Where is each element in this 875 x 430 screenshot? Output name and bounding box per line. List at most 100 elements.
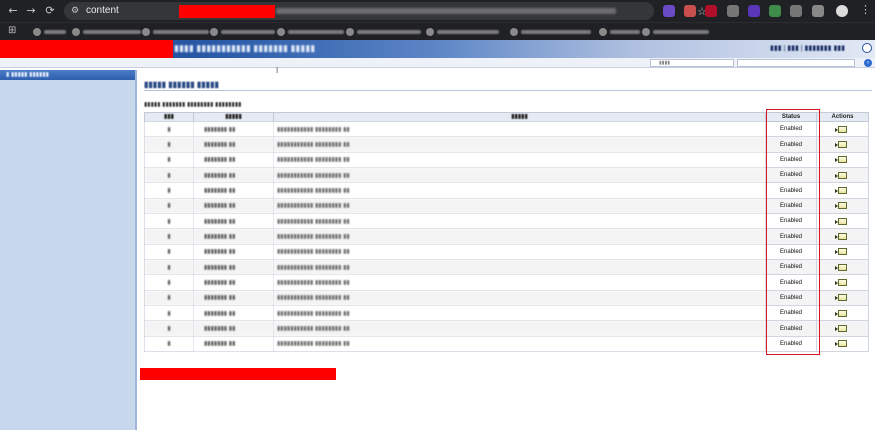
back-arrow-icon[interactable]: ← [6, 4, 20, 18]
apps-grid-icon[interactable]: ⊞ [8, 25, 16, 36]
search-go-icon[interactable]: › [864, 59, 872, 67]
redaction-bar [0, 40, 173, 59]
row-key-blurred: ▮ [144, 151, 194, 169]
row-key-blurred: ▮ [144, 320, 194, 337]
row-key-blurred: ▮ [144, 182, 194, 199]
row-query-blurred: ▮▮▮▮▮▮▮▮▮▮▮ ▮▮▮▮▮▮▮▮ ▮▮ [273, 213, 766, 230]
profile-avatar[interactable] [836, 5, 848, 17]
row-query-blurred: ▮▮▮▮▮▮▮▮▮▮▮ ▮▮▮▮▮▮▮▮ ▮▮ [273, 289, 766, 307]
divider [144, 90, 872, 91]
row-key-blurred: ▮ [144, 335, 194, 353]
column-header-label[interactable]: ▮▮▮▮▮ [193, 112, 274, 122]
row-actions [816, 289, 869, 307]
edit-icon[interactable] [835, 294, 847, 302]
edit-icon[interactable] [835, 187, 847, 194]
url-text: content [86, 5, 119, 16]
left-sidebar: ▮ ▮▮▮▮▮ ▮▮▮▮▮▮ [0, 70, 137, 430]
row-status: Enabled [765, 274, 817, 291]
row-status: Enabled [765, 305, 817, 322]
table-row: ▮ ▮▮▮▮▮▮▮ ▮▮ ▮▮▮▮▮▮▮▮▮▮▮ ▮▮▮▮▮▮▮▮ ▮▮ Enable… [144, 120, 869, 138]
scope-select[interactable]: ▮▮▮▮ [650, 59, 734, 67]
row-status: Enabled [765, 151, 817, 169]
edit-icon[interactable] [835, 125, 847, 133]
column-header-status[interactable]: Status [765, 112, 817, 122]
edit-icon[interactable] [835, 156, 847, 164]
row-actions [816, 182, 869, 199]
row-label-blurred: ▮▮▮▮▮▮▮ ▮▮ [193, 120, 274, 138]
row-query-blurred: ▮▮▮▮▮▮▮▮▮▮▮ ▮▮▮▮▮▮▮▮ ▮▮ [273, 167, 766, 184]
mouse-cursor-icon: I [276, 66, 279, 75]
row-query-blurred: ▮▮▮▮▮▮▮▮▮▮▮ ▮▮▮▮▮▮▮▮ ▮▮ [273, 151, 766, 169]
sidebar-header[interactable]: ▮ ▮▮▮▮▮ ▮▮▮▮▮▮ [0, 70, 135, 80]
edit-icon[interactable] [835, 233, 847, 241]
edit-icon[interactable] [835, 263, 847, 271]
extension-icon[interactable] [769, 5, 781, 17]
quick-searches-table: ▮▮▮ ▮▮▮▮▮ ▮▮▮▮▮ Status Actions ▮ ▮▮▮▮▮▮▮ … [144, 112, 869, 353]
extension-icon[interactable] [790, 5, 802, 17]
edit-icon[interactable] [835, 279, 847, 287]
extension-icon[interactable] [684, 5, 696, 17]
address-bar[interactable]: ⚙ content ☆ [64, 2, 707, 20]
row-label-blurred: ▮▮▮▮▮▮▮ ▮▮ [193, 213, 274, 230]
column-header-query[interactable]: ▮▮▮▮▮ [273, 112, 766, 122]
row-label-blurred: ▮▮▮▮▮▮▮ ▮▮ [193, 182, 274, 199]
redaction-bar [179, 5, 275, 18]
row-actions [816, 151, 869, 169]
table-row: ▮ ▮▮▮▮▮▮▮ ▮▮ ▮▮▮▮▮▮▮▮▮▮▮ ▮▮▮▮▮▮▮▮ ▮▮ Enable… [144, 182, 869, 199]
redaction-bar [140, 368, 336, 380]
extension-icon[interactable] [663, 5, 675, 17]
row-query-blurred: ▮▮▮▮▮▮▮▮▮▮▮ ▮▮▮▮▮▮▮▮ ▮▮ [273, 259, 766, 276]
row-status: Enabled [765, 213, 817, 230]
row-status: Enabled [765, 136, 817, 153]
extension-icon[interactable] [705, 5, 717, 17]
row-status: Enabled [765, 335, 817, 353]
header-links-blurred[interactable]: ▮▮▮ | ▮▮▮ | ▮▮▮▮▮▮▮ ▮▮▮ [770, 44, 845, 52]
search-subbar: ▮▮▮▮ › [0, 58, 875, 68]
extension-icon[interactable] [727, 5, 739, 17]
browser-toolbar: ← → ⟳ ⚙ content ☆ ⋮ [0, 0, 875, 22]
browser-menu-icon[interactable]: ⋮ [860, 3, 871, 16]
row-actions [816, 320, 869, 337]
column-header-key[interactable]: ▮▮▮ [144, 112, 194, 122]
edit-icon[interactable] [835, 340, 847, 348]
reload-icon[interactable]: ⟳ [43, 4, 57, 18]
row-actions [816, 167, 869, 184]
row-status: Enabled [765, 289, 817, 307]
extension-icon[interactable] [812, 5, 824, 17]
row-key-blurred: ▮ [144, 274, 194, 291]
url-blurred-text [276, 8, 616, 14]
row-key-blurred: ▮ [144, 259, 194, 276]
help-icon[interactable] [862, 43, 872, 53]
page-title-blurred: ▮▮▮▮▮ ▮▮▮▮▮▮ ▮▮▮▮▮ [144, 80, 219, 89]
table-row: ▮ ▮▮▮▮▮▮▮ ▮▮ ▮▮▮▮▮▮▮▮▮▮▮ ▮▮▮▮▮▮▮▮ ▮▮ Enable… [144, 228, 869, 245]
edit-icon[interactable] [835, 309, 847, 317]
edit-icon[interactable] [835, 140, 847, 148]
row-query-blurred: ▮▮▮▮▮▮▮▮▮▮▮ ▮▮▮▮▮▮▮▮ ▮▮ [273, 136, 766, 153]
row-actions [816, 259, 869, 276]
edit-icon[interactable] [835, 202, 847, 210]
table-row: ▮ ▮▮▮▮▮▮▮ ▮▮ ▮▮▮▮▮▮▮▮▮▮▮ ▮▮▮▮▮▮▮▮ ▮▮ Enable… [144, 151, 869, 169]
row-actions [816, 335, 869, 353]
column-header-actions[interactable]: Actions [816, 112, 869, 122]
row-query-blurred: ▮▮▮▮▮▮▮▮▮▮▮ ▮▮▮▮▮▮▮▮ ▮▮ [273, 320, 766, 337]
table-row: ▮ ▮▮▮▮▮▮▮ ▮▮ ▮▮▮▮▮▮▮▮▮▮▮ ▮▮▮▮▮▮▮▮ ▮▮ Enable… [144, 274, 869, 291]
site-info-icon[interactable]: ⚙ [71, 4, 79, 18]
global-search-input[interactable] [737, 59, 855, 67]
edit-icon[interactable] [835, 248, 847, 256]
row-status: Enabled [765, 120, 817, 138]
row-query-blurred: ▮▮▮▮▮▮▮▮▮▮▮ ▮▮▮▮▮▮▮▮ ▮▮ [273, 228, 766, 245]
table-row: ▮ ▮▮▮▮▮▮▮ ▮▮ ▮▮▮▮▮▮▮▮▮▮▮ ▮▮▮▮▮▮▮▮ ▮▮ Enable… [144, 320, 869, 337]
forward-arrow-icon[interactable]: → [24, 4, 38, 18]
row-query-blurred: ▮▮▮▮▮▮▮▮▮▮▮ ▮▮▮▮▮▮▮▮ ▮▮ [273, 335, 766, 353]
edit-icon[interactable] [835, 325, 847, 333]
row-actions [816, 136, 869, 153]
edit-icon[interactable] [835, 217, 847, 225]
row-actions [816, 120, 869, 138]
edit-icon[interactable] [835, 171, 847, 179]
row-query-blurred: ▮▮▮▮▮▮▮▮▮▮▮ ▮▮▮▮▮▮▮▮ ▮▮ [273, 243, 766, 261]
table-row: ▮ ▮▮▮▮▮▮▮ ▮▮ ▮▮▮▮▮▮▮▮▮▮▮ ▮▮▮▮▮▮▮▮ ▮▮ Enable… [144, 289, 869, 307]
extension-icon[interactable] [748, 5, 760, 17]
row-key-blurred: ▮ [144, 197, 194, 215]
row-key-blurred: ▮ [144, 167, 194, 184]
row-status: Enabled [765, 243, 817, 261]
